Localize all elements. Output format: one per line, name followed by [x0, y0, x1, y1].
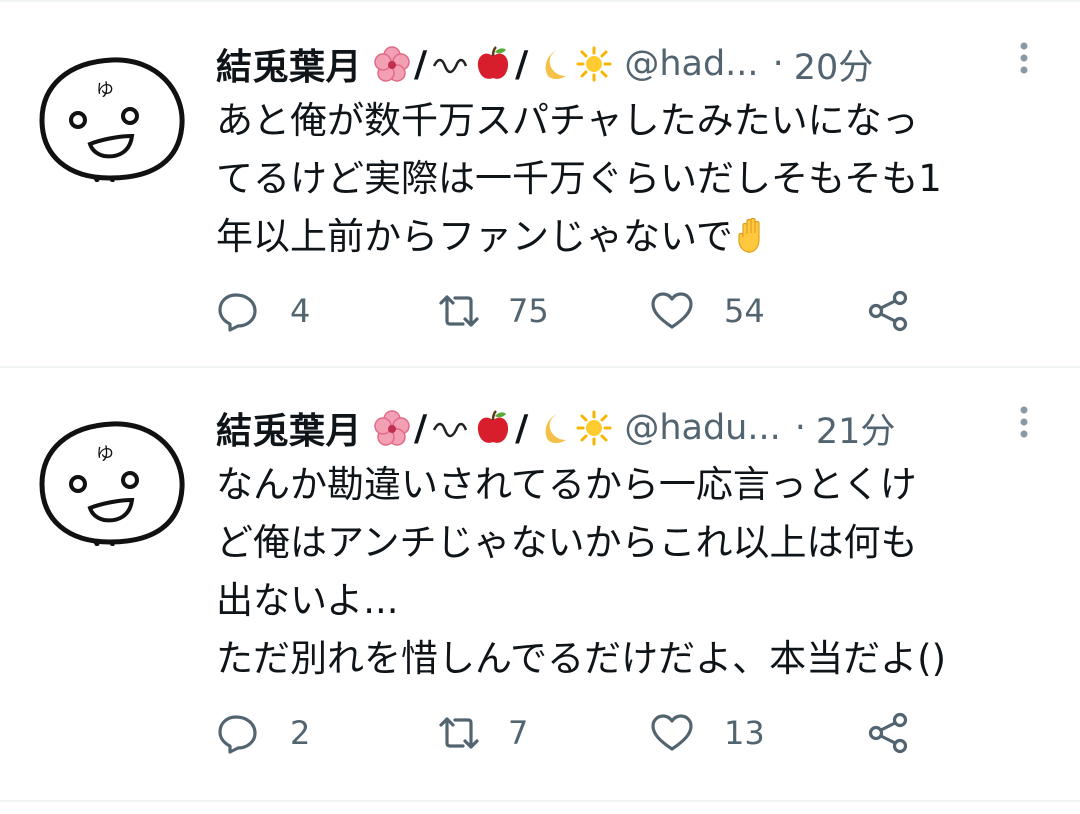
- reply-button[interactable]: 4: [216, 286, 310, 336]
- slash-separator: /: [515, 43, 529, 85]
- slash-separator: /: [414, 43, 428, 85]
- tweet[interactable]: ゆ 結兎葉月 / /: [0, 34, 1080, 364]
- dot-separator: ·: [772, 44, 784, 84]
- apple-icon: [478, 46, 509, 79]
- dot-separator: ·: [794, 408, 806, 448]
- tweet-header: 結兎葉月 / / @had... · 20分: [216, 34, 1036, 94]
- svg-text:ゆ: ゆ: [96, 80, 114, 101]
- apple-icon: [478, 410, 509, 443]
- slash-separator: /: [515, 407, 529, 449]
- share-button[interactable]: [866, 286, 910, 336]
- like-button[interactable]: 13: [650, 708, 765, 758]
- tweet-text: なんか勘違いされてるから一応言っとくけ ど俺はアンチじゃないからこれ以上は何も …: [216, 456, 1056, 688]
- raised-hand-icon: [738, 217, 760, 253]
- retweet-icon: [439, 295, 479, 327]
- share-button[interactable]: [866, 708, 910, 758]
- reply-icon: [218, 715, 257, 754]
- reply-count: 2: [290, 714, 311, 752]
- retweet-count: 75: [508, 292, 549, 330]
- retweet-count: 7: [508, 714, 529, 752]
- avatar[interactable]: ゆ: [38, 416, 186, 546]
- reply-icon: [218, 293, 257, 332]
- retweet-button[interactable]: 7: [434, 708, 528, 758]
- like-button[interactable]: 54: [650, 286, 765, 336]
- top-divider: [0, 0, 1080, 2]
- user-handle[interactable]: @hadu...: [624, 408, 780, 448]
- reply-button[interactable]: 2: [216, 708, 310, 758]
- crescent-moon-icon: [545, 49, 567, 79]
- hibiscus-icon: [374, 410, 410, 446]
- bottom-divider: [0, 800, 1080, 802]
- hibiscus-icon: [374, 46, 410, 82]
- reply-count: 4: [290, 292, 311, 330]
- tweet-text: あと俺が数千万スパチャしたみたいになっ てるけど実際は一千万ぐらいだしそもそも1…: [216, 92, 1056, 266]
- avatar[interactable]: ゆ: [38, 52, 186, 182]
- timestamp[interactable]: 20分: [794, 39, 874, 90]
- retweet-icon: [439, 717, 479, 749]
- more-icon[interactable]: [1012, 404, 1036, 444]
- tweet-header: 結兎葉月 / / @hadu... · 21分: [216, 398, 1036, 458]
- crescent-moon-icon: [545, 413, 567, 443]
- svg-text:ゆ: ゆ: [96, 444, 114, 465]
- like-icon: [651, 714, 693, 751]
- action-bar: 4 75 54: [216, 286, 1036, 336]
- slash-separator: /: [414, 407, 428, 449]
- wave-dash-icon: [433, 58, 468, 74]
- sun-icon: [576, 46, 612, 82]
- action-bar: 2 7 13: [216, 708, 1036, 758]
- wave-dash-icon: [433, 422, 468, 438]
- share-icon: [868, 290, 908, 332]
- tweet[interactable]: ゆ 結兎葉月 / /: [0, 398, 1080, 798]
- display-name[interactable]: 結兎葉月: [216, 38, 362, 90]
- like-count: 54: [724, 292, 765, 330]
- user-handle[interactable]: @had...: [624, 44, 758, 84]
- like-count: 13: [724, 714, 765, 752]
- timestamp[interactable]: 21分: [816, 403, 896, 454]
- share-icon: [868, 712, 908, 754]
- like-icon: [651, 292, 693, 329]
- tweet-divider: [0, 366, 1080, 368]
- display-name[interactable]: 結兎葉月: [216, 402, 362, 454]
- tweet-text-content: なんか勘違いされてるから一応言っとくけ ど俺はアンチじゃないからこれ以上は何も …: [216, 463, 947, 680]
- tweet-text-content: あと俺が数千万スパチャしたみたいになっ てるけど実際は一千万ぐらいだしそもそも1…: [216, 99, 942, 258]
- sun-icon: [576, 410, 612, 446]
- retweet-button[interactable]: 75: [434, 286, 549, 336]
- more-icon[interactable]: [1012, 40, 1036, 80]
